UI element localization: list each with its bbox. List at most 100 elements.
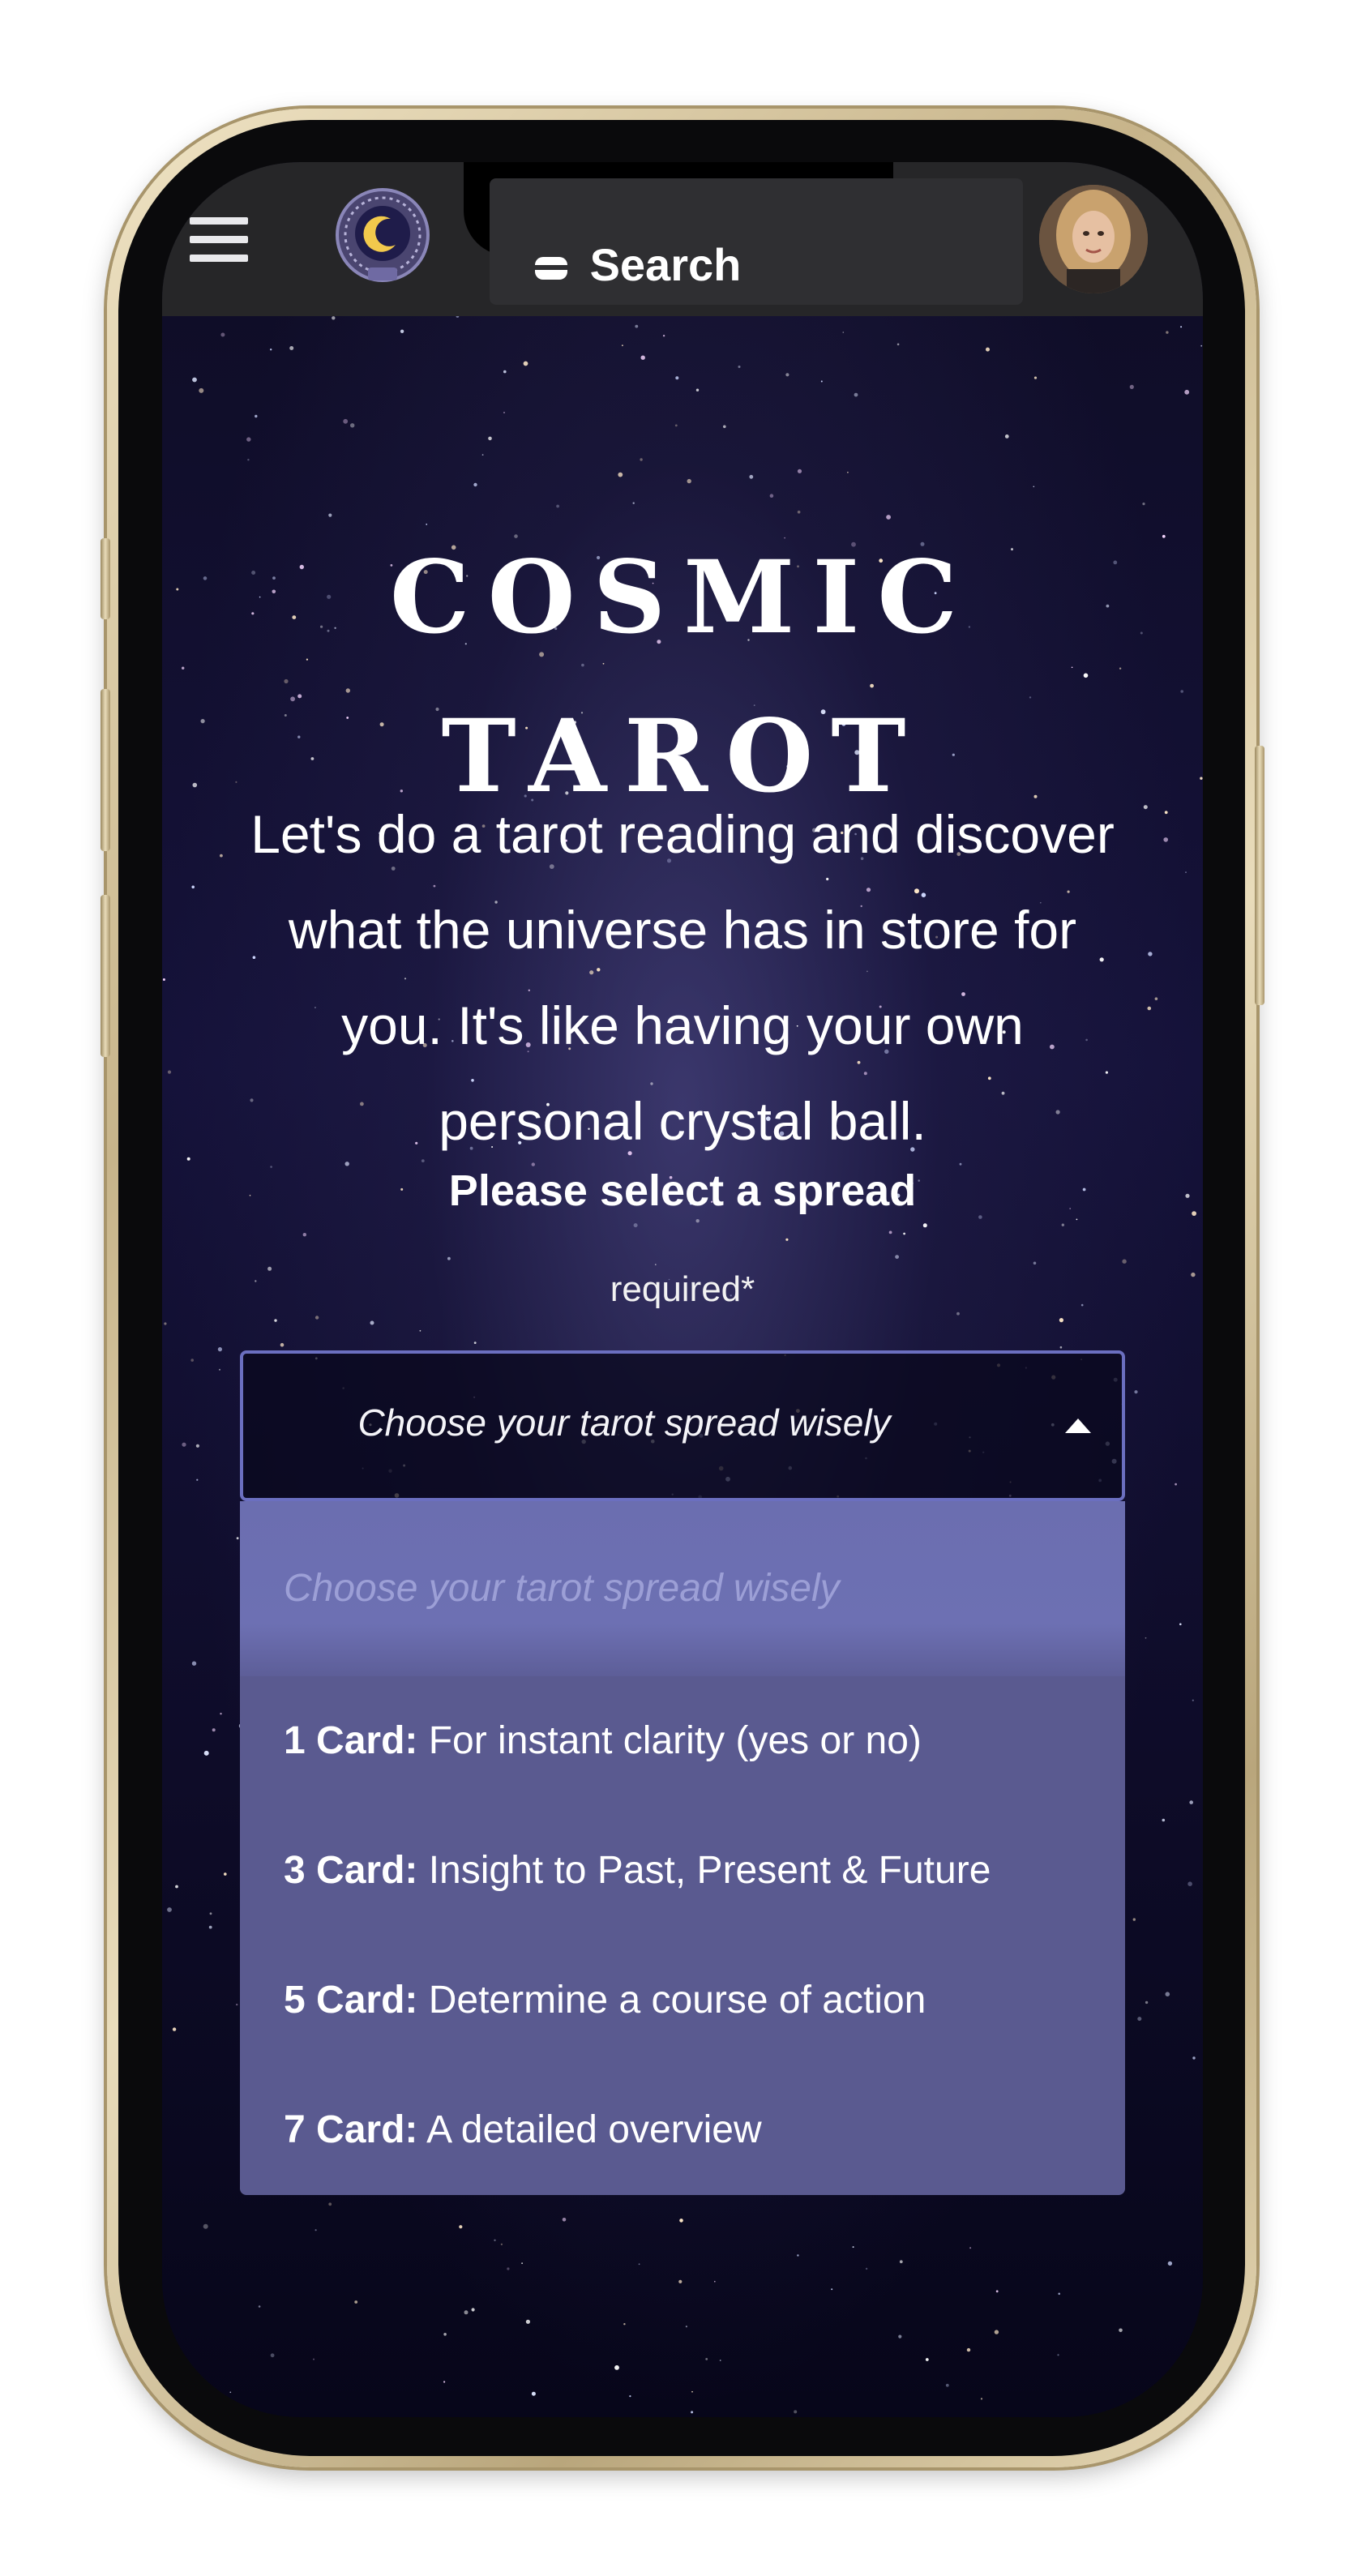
star [229,2391,232,2394]
star [354,2300,358,2304]
star [212,1728,216,1732]
star [749,474,754,479]
star [966,2347,971,2352]
star [1059,1346,1063,1349]
star [270,349,272,351]
star [1147,1006,1152,1011]
spread-select[interactable]: Choose your tarot spread wisely [240,1350,1125,1501]
search-field[interactable]: Search [490,178,1023,305]
star [1058,2292,1060,2296]
star [1145,1637,1147,1639]
star [503,370,507,374]
star [328,2202,332,2206]
star [217,1347,222,1352]
star [723,425,726,429]
search-icon [535,257,567,280]
crystal-ball-moon-logo[interactable] [331,186,434,290]
star [1033,1261,1037,1265]
star [623,2323,626,2326]
option-description: A detailed overview [417,2108,762,2151]
star [246,437,251,442]
star [898,2334,902,2339]
caret-up-icon[interactable] [1065,1419,1091,1433]
star [994,2330,999,2334]
star [640,458,643,461]
star [199,387,204,393]
star [488,436,492,441]
star [1142,503,1145,506]
star [655,1264,657,1265]
star [343,418,349,424]
star [220,854,223,858]
star [852,2246,854,2249]
spread-option-5-card[interactable]: 5 Card: Determine a course of action [240,1936,1125,2065]
star [315,2229,317,2232]
star [1033,376,1038,379]
star [247,459,250,461]
star [691,2390,693,2393]
side-button-volume-up [101,689,110,851]
top-navigation-bar: Search [162,162,1203,316]
star [350,423,355,428]
star [400,329,404,333]
star [203,1750,209,1756]
star [255,414,258,418]
star [419,1329,421,1332]
spread-select-value: Choose your tarot spread wisely [357,1401,891,1444]
star [332,316,336,320]
star [274,1319,277,1322]
star [614,2365,619,2370]
star [494,2239,496,2241]
star [629,2395,631,2398]
side-button-power [1255,746,1264,1005]
star [678,2279,682,2283]
star [523,361,528,366]
star [507,2267,510,2270]
star [785,373,789,377]
spread-option-1-card[interactable]: 1 Card: For instant clarity (yes or no) [240,1676,1125,1806]
star [888,1230,892,1235]
star [797,469,802,473]
star [289,346,294,350]
star [1179,1623,1182,1626]
star [618,472,623,477]
star [640,355,645,360]
star [896,343,900,346]
star [1180,326,1183,328]
star [1187,1881,1192,1886]
star [525,2319,530,2324]
phone-screen: Search COSMIC TAROT Let's do a tarot rea… [162,162,1203,2417]
star [1059,1318,1063,1323]
star [1004,434,1009,439]
star [1184,389,1190,395]
page-intro-text: Let's do a tarot reading and discover wh… [250,804,1115,1151]
star [219,1368,220,1371]
star [203,2223,208,2229]
star [986,347,990,352]
option-card-count: 5 Card: [284,1979,418,2022]
star [1189,1800,1193,1804]
star [167,1907,172,1912]
star [481,454,484,456]
star [190,1359,194,1362]
star [674,424,678,427]
star [172,2027,177,2031]
star [675,376,679,380]
spread-option-3-card[interactable]: 3 Card: Insight to Past, Present & Futur… [240,1806,1125,1936]
spread-option-7-card[interactable]: 7 Card: A detailed overview [240,2065,1125,2195]
star [969,2247,972,2249]
star [662,335,665,337]
star [167,1070,172,1074]
star [922,1223,927,1228]
hamburger-menu-icon[interactable] [190,217,248,264]
star [313,2358,315,2360]
star [562,2218,567,2222]
star [1119,2328,1123,2333]
option-card-count: 7 Card: [284,2108,418,2151]
star [236,2003,238,2006]
star [192,377,197,383]
star [443,2333,447,2336]
star [443,2381,446,2383]
user-avatar[interactable] [1039,185,1148,293]
star [280,1342,285,1347]
